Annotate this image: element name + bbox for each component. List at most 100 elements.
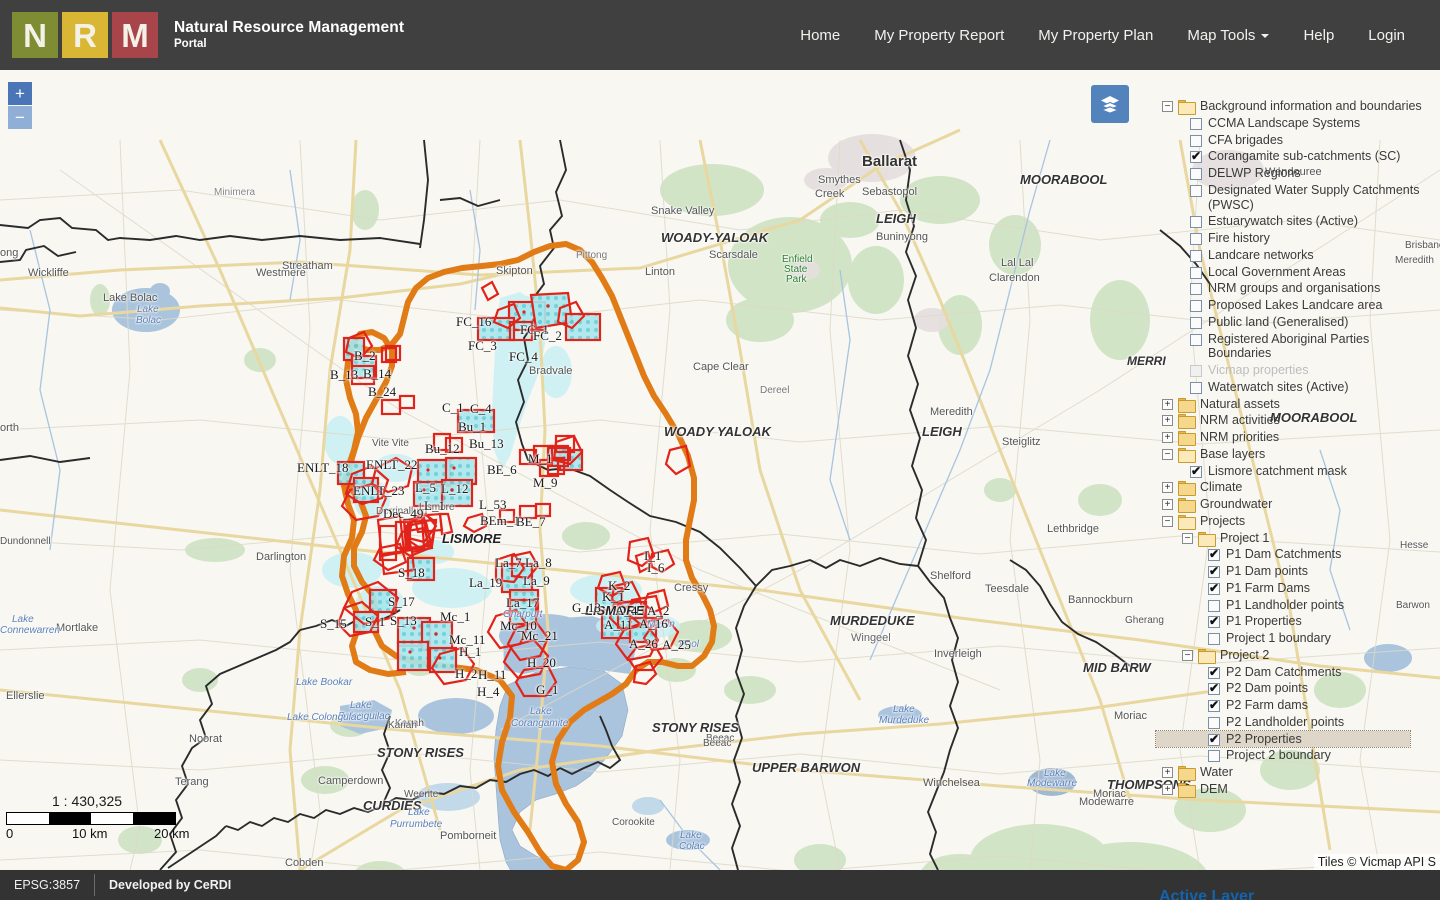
layer-item-designated-water-supply-catchments-pwsc[interactable]: Designated Water Supply Catchments (PWSC… [1156,182,1434,214]
nav-item-my-property-plan[interactable]: My Property Plan [1021,18,1170,53]
layer-label: P1 Landholder points [1226,597,1345,612]
layer-item-p1-dam-catchments[interactable]: P1 Dam Catchments [1156,546,1434,563]
layer-item-cfa-brigades[interactable]: CFA brigades [1156,132,1434,149]
nav-item-my-property-report[interactable]: My Property Report [857,18,1021,53]
map-property-label: A_25 [662,637,691,652]
layer-item-waterwatch-sites-active[interactable]: Waterwatch sites (Active) [1156,379,1434,396]
expand-icon[interactable]: + [1162,783,1173,795]
nav-item-help[interactable]: Help [1286,18,1351,53]
layer-item-corangamite-sub-catchments-sc[interactable]: Corangamite sub-catchments (SC) [1156,148,1434,165]
checkbox-icon[interactable] [1190,117,1202,130]
expand-icon[interactable]: + [1162,432,1173,443]
checkbox-icon[interactable] [1190,283,1202,296]
layer-item-local-government-areas[interactable]: Local Government Areas [1156,264,1434,281]
collapse-icon[interactable]: − [1182,532,1193,544]
checkbox-icon[interactable] [1208,547,1220,562]
checkbox-icon[interactable] [1190,216,1202,229]
layer-folder-nrm-activities[interactable]: + NRM activities [1156,412,1434,430]
layer-item-public-land-generalised[interactable]: Public land (Generalised) [1156,314,1434,331]
layer-item-p1-properties[interactable]: P1 Properties [1156,613,1434,630]
checkbox-icon[interactable] [1190,381,1202,394]
checkbox-icon[interactable] [1208,599,1220,612]
layer-item-p2-farm-dams[interactable]: P2 Farm dams [1156,697,1434,714]
layer-item-fire-history[interactable]: Fire history [1156,230,1434,247]
scale-tick-labels: 0 10 km 20 km [6,826,191,842]
checkbox-icon[interactable] [1208,681,1220,696]
layer-item-landcare-networks[interactable]: Landcare networks [1156,247,1434,264]
collapse-icon[interactable]: − [1162,101,1173,112]
layer-folder-dem[interactable]: + DEM [1156,781,1434,798]
checkbox-icon[interactable] [1190,184,1202,197]
layer-item-project-1-boundary[interactable]: Project 1 boundary [1156,630,1434,647]
expand-icon[interactable]: + [1162,482,1173,494]
layer-folder-groundwater[interactable]: + Groundwater [1156,496,1434,513]
layer-item-p2-dam-points[interactable]: P2 Dam points [1156,680,1434,697]
layer-item-ccma-landscape-systems[interactable]: CCMA Landscape Systems [1156,115,1434,132]
zoom-in-button[interactable]: + [8,82,32,105]
checkbox-icon[interactable] [1208,581,1220,595]
checkbox-icon[interactable] [1190,300,1202,312]
map-zoom-control[interactable]: + − [8,82,32,129]
layer-item-p1-farm-dams[interactable]: P1 Farm Dams [1156,580,1434,597]
checkbox-icon[interactable] [1208,698,1220,712]
collapse-icon[interactable]: − [1182,649,1193,661]
checkbox-icon[interactable] [1190,316,1202,329]
layers-toggle-button[interactable] [1091,85,1129,123]
layer-item-estuarywatch-sites-active[interactable]: Estuarywatch sites (Active) [1156,213,1434,230]
checkbox-icon[interactable] [1190,233,1202,245]
layer-item-proposed-lakes-landcare-area[interactable]: Proposed Lakes Landcare area [1156,297,1434,314]
layer-item-registered-aboriginal-parties-boundaries[interactable]: Registered Aboriginal Parties Boundaries [1156,331,1434,363]
layer-folder-project-1[interactable]: − Project 1 [1156,530,1434,547]
checkbox-icon[interactable] [1190,333,1202,346]
layer-folder-nrm-priorities[interactable]: + NRM priorities [1156,429,1434,446]
expand-icon[interactable]: + [1162,767,1173,778]
layer-item-vicmap-properties[interactable]: Vicmap properties [1156,362,1434,379]
checkbox-icon[interactable] [1208,716,1220,729]
checkbox-icon[interactable] [1190,134,1202,147]
layer-item-p1-landholder-points[interactable]: P1 Landholder points [1156,597,1434,614]
layer-item-p2-dam-catchments[interactable]: P2 Dam Catchments [1156,664,1434,681]
map-place-label: Smythes [818,174,861,186]
layer-item-p1-dam-points[interactable]: P1 Dam points [1156,563,1434,580]
layer-item-nrm-groups-and-organisations[interactable]: NRM groups and organisations [1156,280,1434,297]
layer-label: P2 Farm dams [1226,698,1308,712]
checkbox-icon[interactable] [1190,249,1202,262]
checkbox-icon[interactable] [1208,614,1220,629]
layer-folder-climate[interactable]: + Climate [1156,479,1434,497]
collapse-icon[interactable]: − [1162,448,1173,460]
layer-folder-base-layers[interactable]: − Base layers [1156,446,1434,463]
layer-folder-water[interactable]: + Water [1156,764,1434,781]
chevron-down-icon [1261,33,1270,38]
map-place-label: Vite Vite [372,438,409,449]
zoom-out-button[interactable]: − [8,106,32,129]
checkbox-icon[interactable] [1190,464,1202,478]
layer-folder-project-2[interactable]: − Project 2 [1156,647,1434,664]
checkbox-icon[interactable] [1190,149,1202,164]
expand-icon[interactable]: + [1162,415,1173,427]
map-property-label: BEm_1 [480,513,520,528]
nav-item-login[interactable]: Login [1351,18,1422,53]
checkbox-icon[interactable] [1208,633,1220,645]
layer-folder-background-information-and-boundaries[interactable]: − Background information and boundaries [1156,98,1434,115]
checkbox-icon[interactable] [1208,564,1220,578]
nav-item-map-tools[interactable]: Map Tools [1170,18,1286,53]
layer-folder-natural-assets[interactable]: + Natural assets [1156,396,1434,413]
layer-tree-panel[interactable]: − Background information and boundaries CC… [1152,70,1440,900]
collapse-icon[interactable]: − [1162,515,1173,527]
map-place-label: Modewarre [1079,796,1135,808]
checkbox-icon[interactable] [1208,665,1220,679]
layer-folder-projects[interactable]: − Projects [1156,513,1434,530]
expand-icon[interactable]: + [1162,398,1173,410]
layer-item-delwp-regions[interactable]: DELWP Regions [1156,165,1434,182]
layer-item-project-2-boundary[interactable]: Project 2 boundary [1156,747,1434,764]
layer-item-p2-landholder-points[interactable]: P2 Landholder points [1156,714,1434,731]
expand-icon[interactable]: + [1162,499,1173,510]
layer-item-p2-properties[interactable]: P2 Properties [1155,729,1411,749]
layer-item-lismore-catchment-mask[interactable]: Lismore catchment mask [1156,463,1434,480]
checkbox-icon[interactable] [1208,732,1220,746]
checkbox-icon[interactable] [1190,266,1202,279]
checkbox-icon[interactable] [1190,168,1202,180]
nav-item-home[interactable]: Home [783,18,857,53]
checkbox-icon[interactable] [1208,750,1220,763]
brand-logo[interactable]: N R M Natural Resource Management Portal [0,12,404,58]
